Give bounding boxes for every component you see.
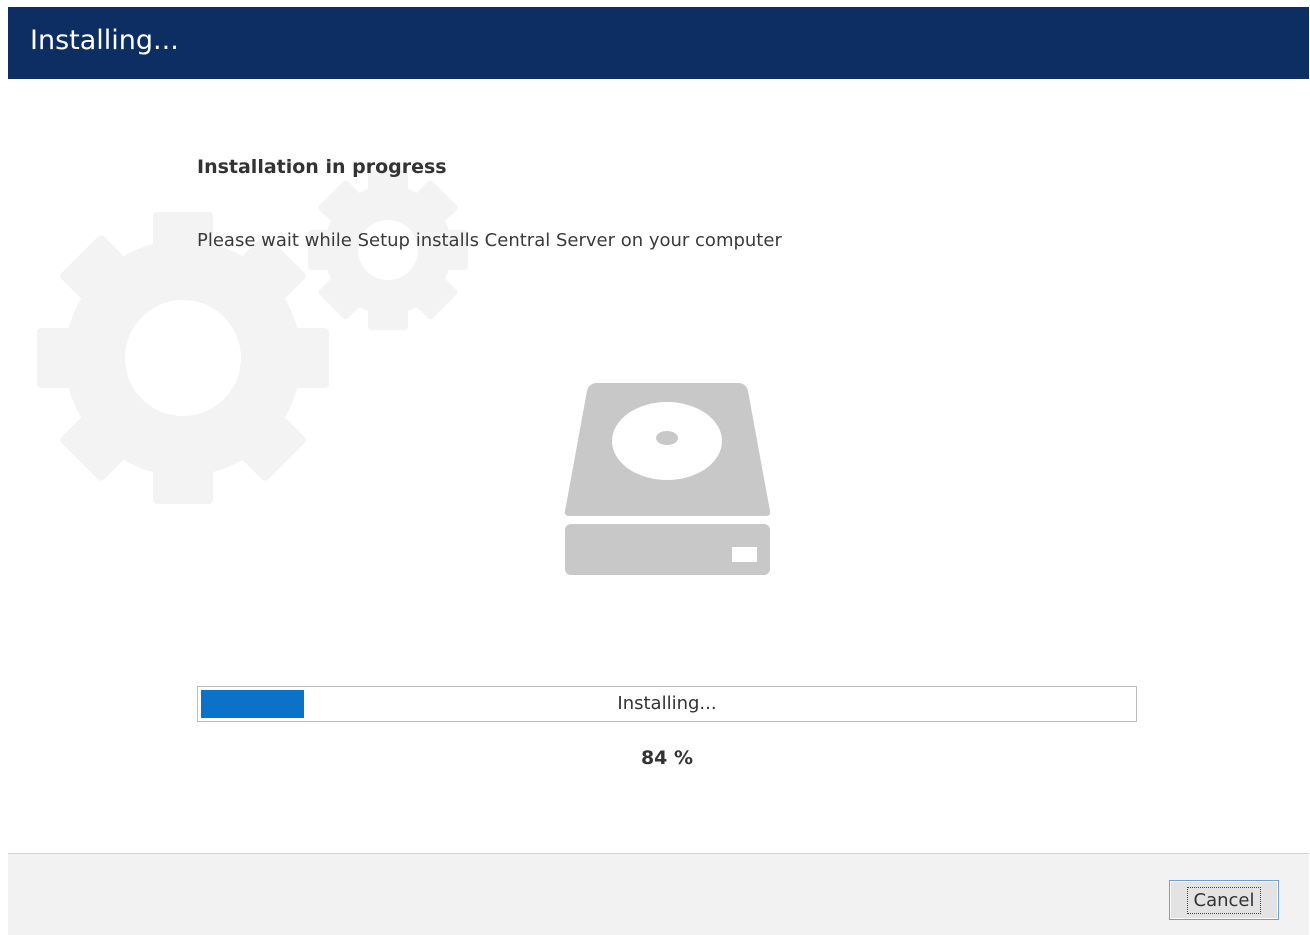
- progress-percent: 84 %: [640, 747, 694, 769]
- page-description: Please wait while Setup installs Central…: [197, 230, 782, 251]
- progress-bar: Installing...: [197, 686, 1137, 722]
- gears-icon: [37, 170, 468, 504]
- cancel-button-label: Cancel: [1186, 886, 1262, 914]
- window-title: Installing...: [30, 25, 179, 56]
- page-heading: Installation in progress: [197, 156, 447, 178]
- footer-bar: Cancel: [8, 853, 1309, 935]
- hard-drive-icon: [564, 383, 771, 575]
- title-bar: Installing...: [8, 7, 1309, 79]
- cancel-button[interactable]: Cancel: [1169, 880, 1279, 920]
- progress-status-text: Installing...: [617, 693, 717, 714]
- installer-window: Installing... Installation in progress P…: [0, 0, 1310, 935]
